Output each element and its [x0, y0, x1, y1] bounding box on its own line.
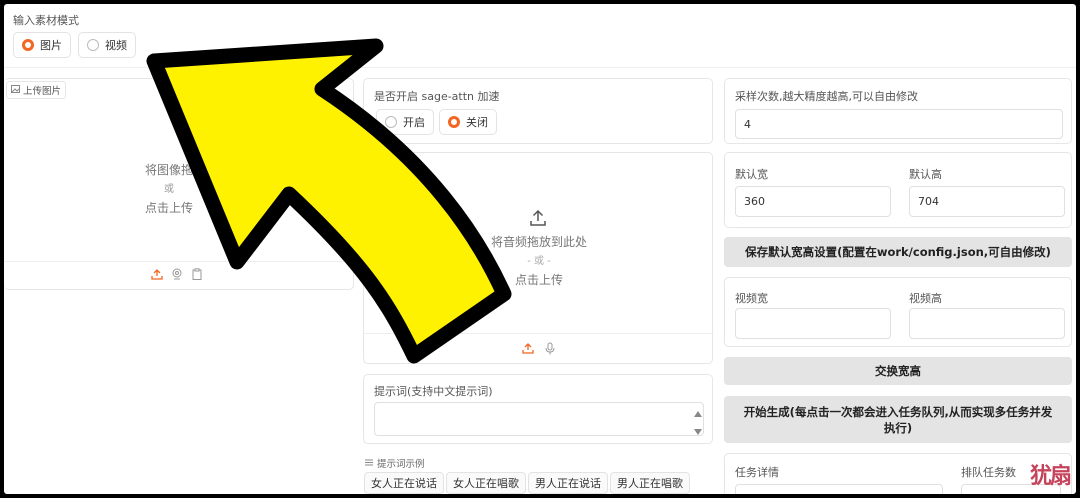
yellow-arrow-shape — [146, 38, 512, 364]
annotation-arrow — [146, 38, 512, 364]
watermark-logo: 犹扇 — [1029, 463, 1072, 489]
app-window: 输入素材模式 图片 视频 上传图片 将图像拖 或 点击上传 是否开启 sage-… — [4, 4, 1076, 494]
